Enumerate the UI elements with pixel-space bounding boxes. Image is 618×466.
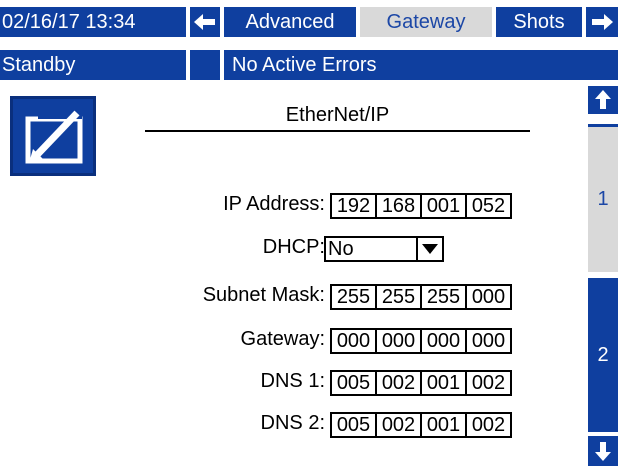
gateway-octet-4[interactable]: 000 xyxy=(465,328,512,354)
dns1-octet-2[interactable]: 002 xyxy=(375,370,422,396)
dns1-octet-3[interactable]: 001 xyxy=(420,370,467,396)
gateway-octet-1[interactable]: 000 xyxy=(330,328,377,354)
page-1-button[interactable]: 1 xyxy=(588,124,618,272)
chevron-down-icon xyxy=(422,244,438,254)
subnet-mask-field[interactable]: 255 255 255 000 xyxy=(330,284,512,310)
subnet-octet-1[interactable]: 255 xyxy=(330,284,377,310)
gateway-octet-2[interactable]: 000 xyxy=(375,328,422,354)
next-tab-button[interactable] xyxy=(586,7,618,37)
subnet-octet-3[interactable]: 255 xyxy=(420,284,467,310)
dhcp-label: DHCP: xyxy=(262,236,325,258)
arrow-up-icon xyxy=(595,90,611,109)
gateway-octet-3[interactable]: 000 xyxy=(420,328,467,354)
ip-octet-2[interactable]: 168 xyxy=(375,193,422,219)
dns2-field[interactable]: 005 002 001 002 xyxy=(330,412,512,438)
ip-octet-3[interactable]: 001 xyxy=(420,193,467,219)
dns2-octet-3[interactable]: 001 xyxy=(420,412,467,438)
page-2-button[interactable]: 2 xyxy=(588,278,618,432)
dns1-label: DNS 1: xyxy=(260,370,325,392)
ip-address-field[interactable]: 192 168 001 052 xyxy=(330,193,512,219)
dns1-octet-4[interactable]: 002 xyxy=(465,370,512,396)
page-2-label: 2 xyxy=(597,343,609,366)
gateway-label: Gateway: xyxy=(240,328,325,350)
ip-octet-1[interactable]: 192 xyxy=(330,193,377,219)
subnet-mask-label: Subnet Mask: xyxy=(202,284,325,306)
dns1-field[interactable]: 005 002 001 002 xyxy=(330,370,512,396)
dns2-label: DNS 2: xyxy=(260,412,325,434)
arrow-right-icon xyxy=(592,14,613,30)
page-1-label: 1 xyxy=(597,188,609,210)
dns1-octet-1[interactable]: 005 xyxy=(330,370,377,396)
arrow-down-icon xyxy=(595,442,611,461)
gateway-field[interactable]: 000 000 000 000 xyxy=(330,328,512,354)
subnet-octet-4[interactable]: 000 xyxy=(465,284,512,310)
dhcp-select[interactable]: No xyxy=(324,236,444,262)
dhcp-dropdown-button[interactable] xyxy=(416,238,442,260)
dhcp-select-value: No xyxy=(328,238,354,260)
ip-octet-4[interactable]: 052 xyxy=(465,193,512,219)
dns2-octet-4[interactable]: 002 xyxy=(465,412,512,438)
ip-address-label: IP Address: xyxy=(223,193,325,215)
dns2-octet-1[interactable]: 005 xyxy=(330,412,377,438)
form-area: IP Address: 192 168 001 052 DHCP: No Sub… xyxy=(0,0,580,466)
subnet-octet-2[interactable]: 255 xyxy=(375,284,422,310)
page-down-button[interactable] xyxy=(588,436,618,466)
dns2-octet-2[interactable]: 002 xyxy=(375,412,422,438)
page-up-button[interactable] xyxy=(588,86,618,114)
